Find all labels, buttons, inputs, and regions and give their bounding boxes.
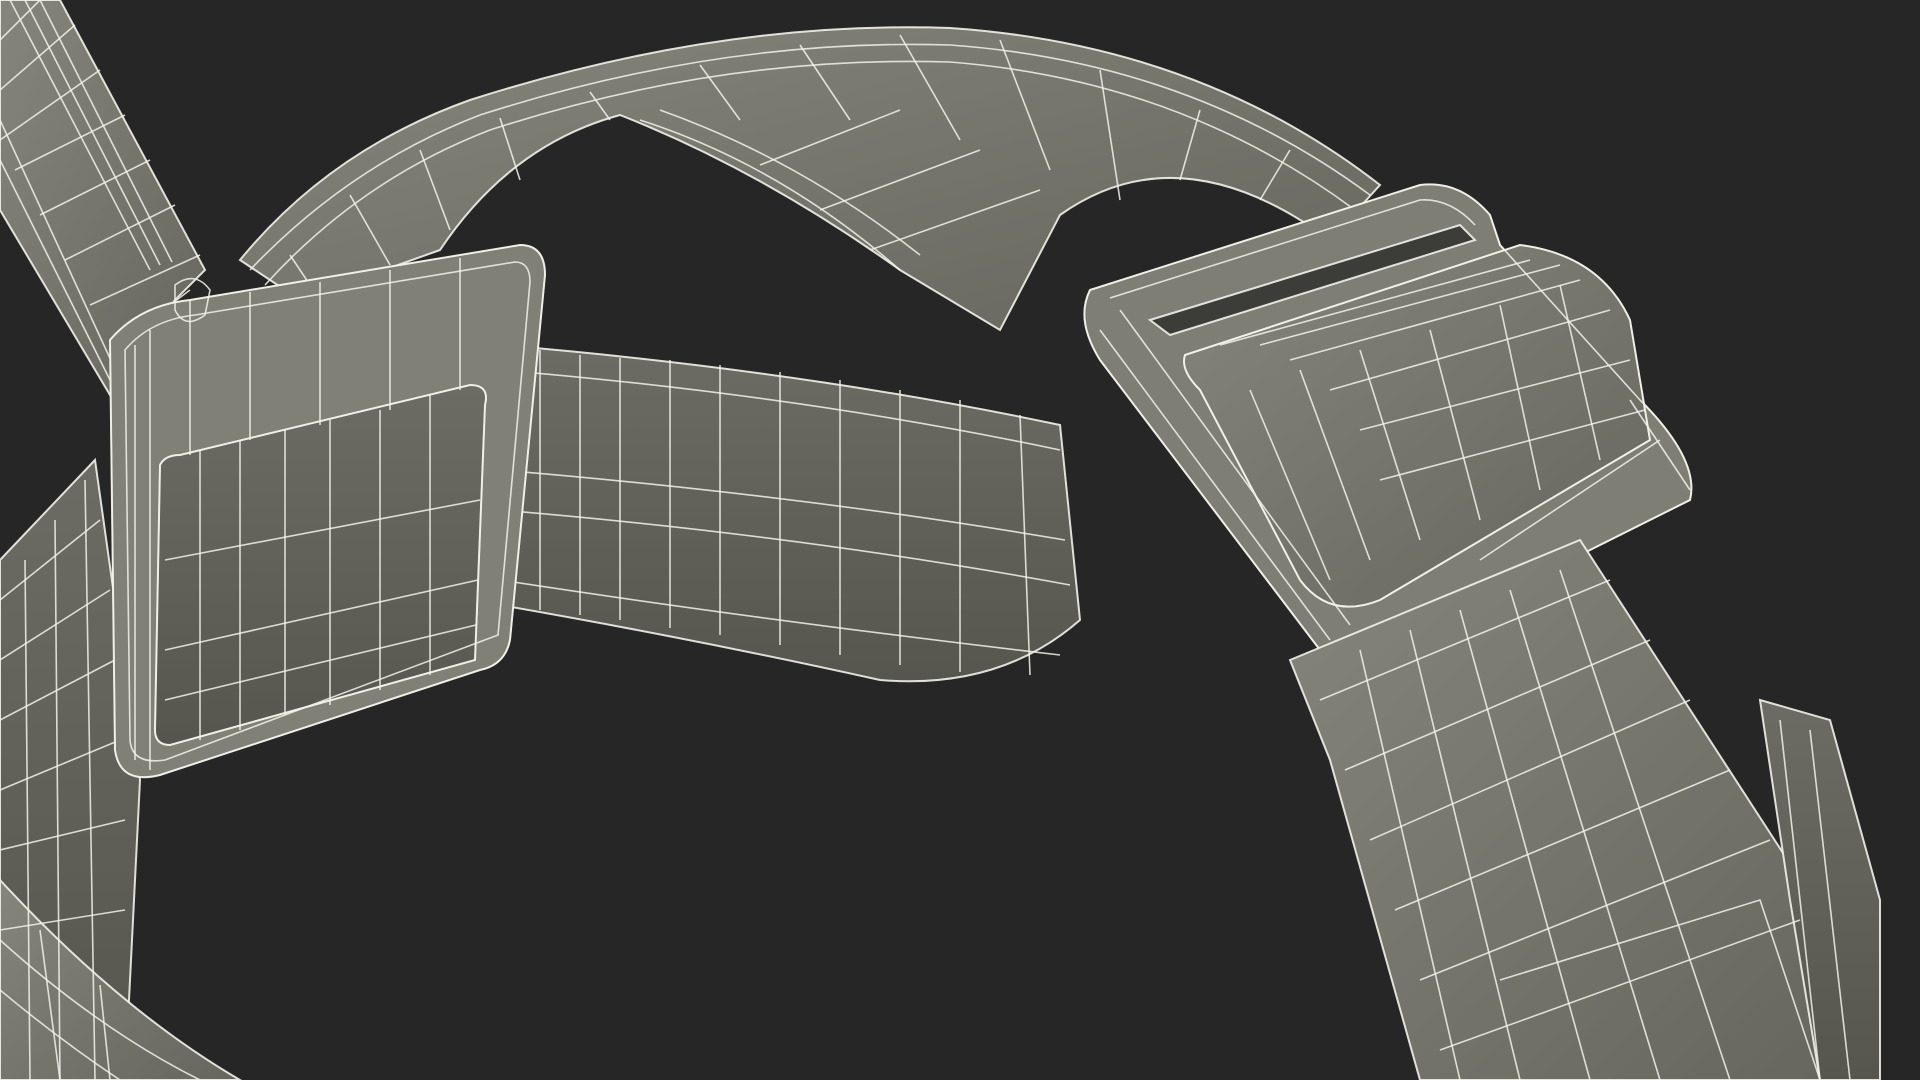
strap-surface [499,343,1082,683]
middle-back-strap [499,343,1082,683]
render-viewport [0,0,1920,1080]
left-buckle-block [108,243,547,779]
wireframe-render [0,0,1881,1080]
